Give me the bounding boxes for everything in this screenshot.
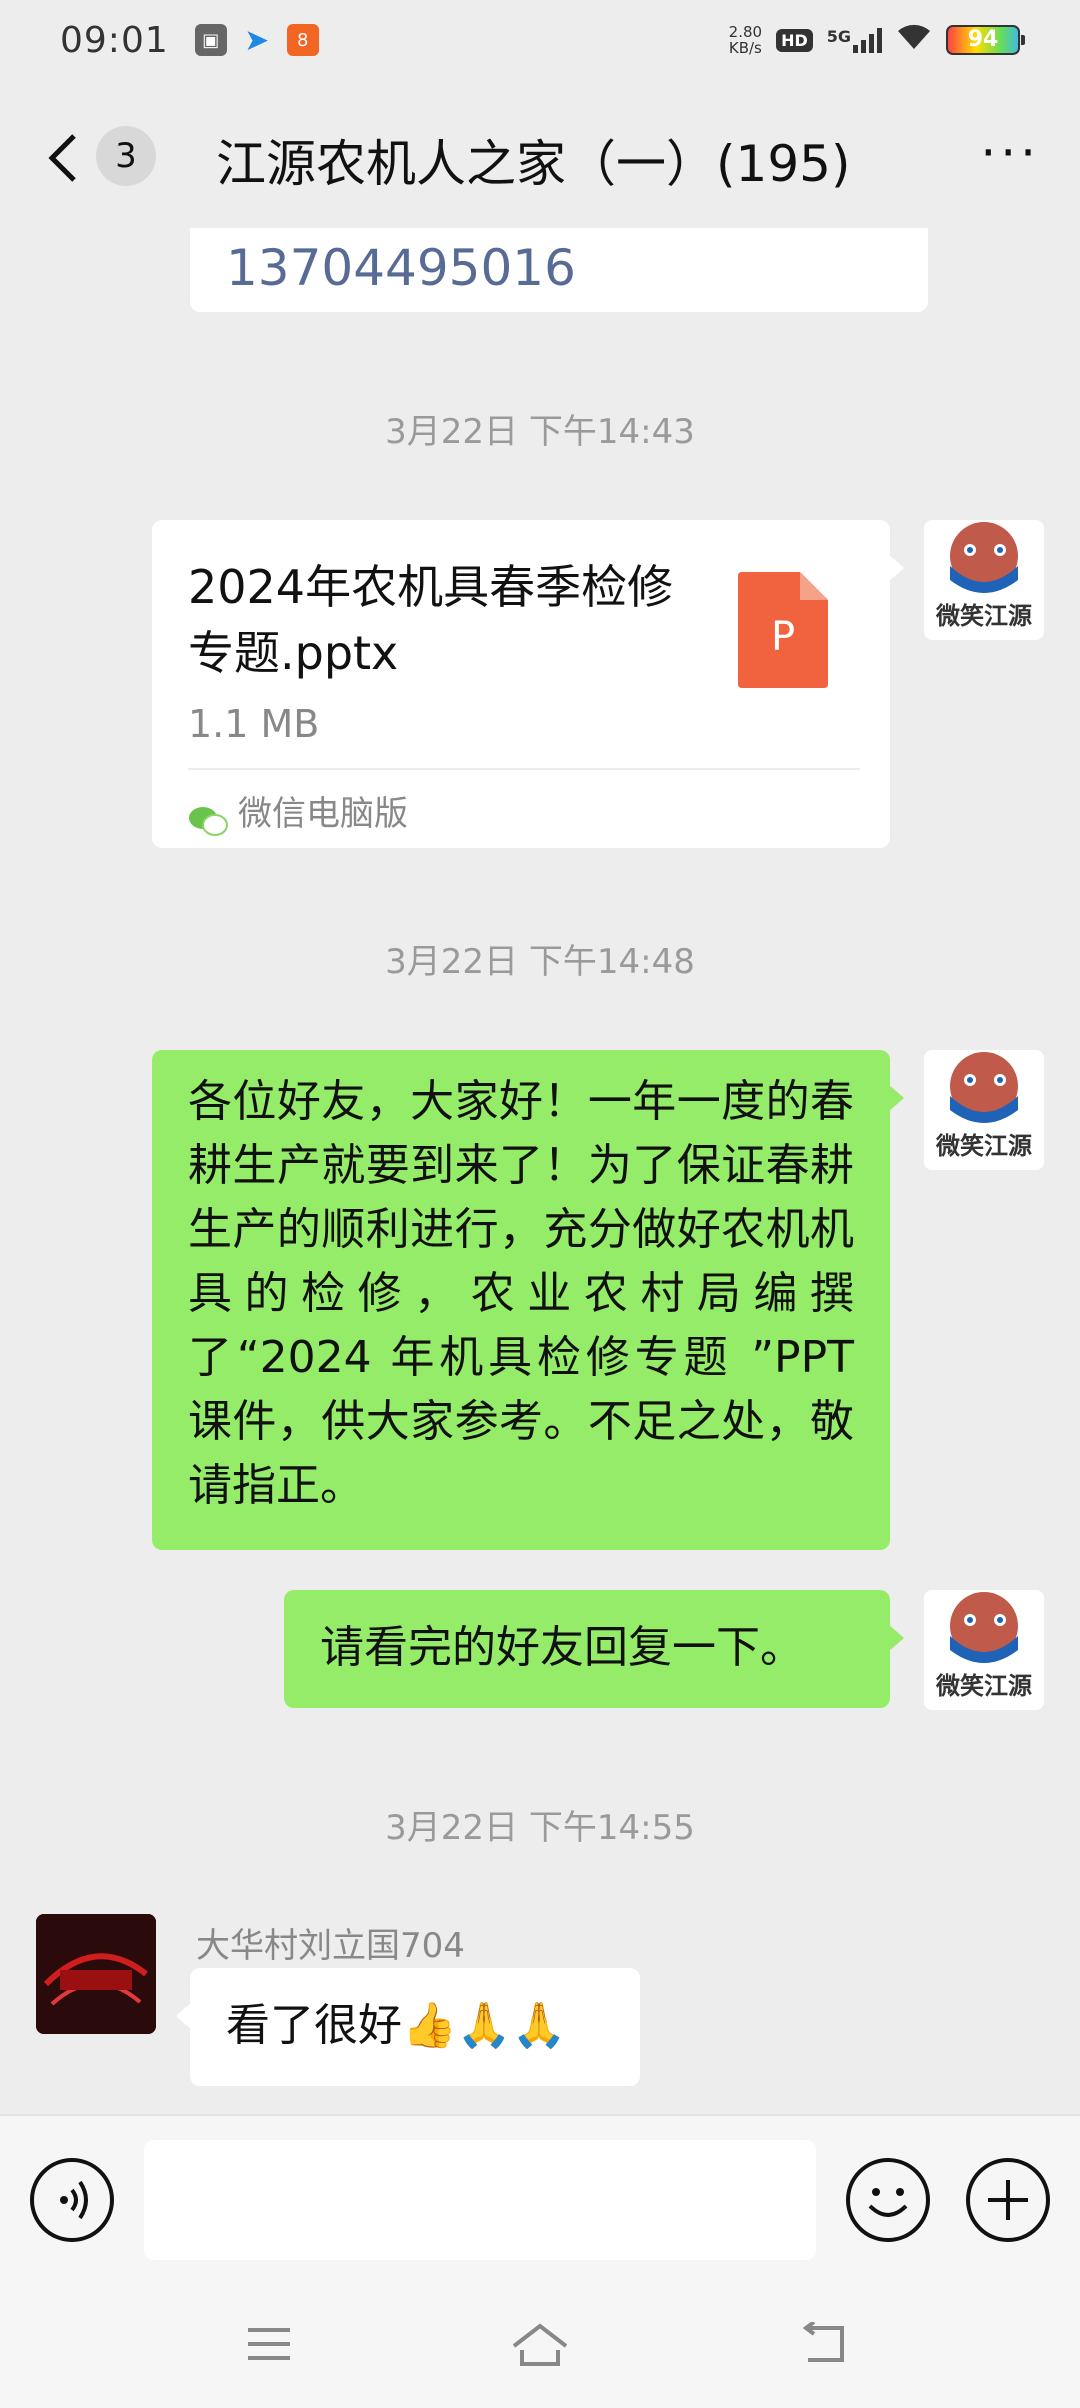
timestamp: 3月22日 下午14:55: [385, 1808, 695, 1848]
status-time: 09:01: [60, 19, 169, 61]
app-notification-icon: 8: [286, 24, 319, 56]
file-size: 1.1 MB: [188, 702, 320, 746]
status-bar: 09:01 ▣ ➤ 8 2.80 KB/s HD 5G 94: [0, 0, 1080, 80]
avatar-label: 微笑江源: [936, 602, 1032, 630]
signal-icon: 5G: [827, 27, 882, 53]
timestamp: 3月22日 下午14:48: [385, 942, 695, 982]
hd-badge: HD: [776, 28, 813, 52]
avatar-label: 微笑江源: [936, 1132, 1032, 1160]
system-nav-bar: [0, 2284, 1080, 2408]
plus-button[interactable]: [966, 2158, 1050, 2242]
sender-name: 大华村刘立国704: [196, 1926, 465, 1966]
input-bar: [0, 2114, 1080, 2284]
voice-button[interactable]: [30, 2158, 114, 2242]
avatar[interactable]: 微笑江源: [924, 1590, 1044, 1710]
file-source: 微信电脑版: [238, 794, 408, 834]
unread-count-badge[interactable]: 3: [96, 126, 156, 186]
chat-header: 3 江源农机人之家（一）(195) ···: [0, 80, 1080, 230]
avatar-label: 微笑江源: [936, 1672, 1032, 1700]
status-left-icons: ▣ ➤ 8: [194, 22, 319, 58]
wechat-icon: [188, 790, 228, 836]
more-button[interactable]: ···: [980, 128, 1040, 178]
message-input[interactable]: [144, 2140, 816, 2260]
paper-plane-icon: ➤: [244, 22, 270, 58]
message-list[interactable]: 13704495016 3月22日 下午14:43 2024年农机具春季检修专题…: [0, 228, 1080, 2114]
message-bubble[interactable]: 各位好友，大家好！一年一度的春耕生产就要到来了！为了保证春耕生产的顺利进行，充分…: [152, 1050, 904, 1550]
avatar[interactable]: 微笑江源: [924, 520, 1044, 640]
message-text: 请看完的好友回复一下。: [320, 1622, 804, 1673]
network-type: 5G: [826, 27, 851, 46]
menu-icon[interactable]: [246, 2324, 292, 2368]
emoji-button[interactable]: [846, 2158, 930, 2242]
status-right: 2.80 KB/s HD 5G 94: [729, 21, 1025, 59]
net-speed: 2.80 KB/s: [729, 24, 762, 56]
home-icon[interactable]: [510, 2320, 570, 2372]
phone-number-link[interactable]: 13704495016: [226, 236, 576, 300]
ppt-file-icon: P: [738, 572, 828, 688]
timestamp: 3月22日 下午14:43: [385, 412, 695, 452]
avatar[interactable]: [36, 1914, 156, 2034]
battery-icon: 94: [946, 25, 1025, 55]
message-text: 看了很好👍🙏🙏: [226, 2000, 567, 2051]
message-bubble[interactable]: 看了很好👍🙏🙏: [176, 1968, 640, 2086]
back-nav-icon[interactable]: [798, 2320, 848, 2370]
divider: [188, 768, 860, 770]
message-bubble[interactable]: 请看完的好友回复一下。: [284, 1590, 904, 1708]
back-button[interactable]: [44, 132, 84, 182]
message-text: 各位好友，大家好！一年一度的春耕生产就要到来了！为了保证春耕生产的顺利进行，充分…: [188, 1076, 854, 1511]
message-bubble[interactable]: 13704495016: [190, 228, 928, 312]
svg-text:P: P: [771, 614, 795, 660]
screen-icon: ▣: [194, 24, 227, 56]
wifi-icon: [896, 21, 932, 59]
avatar[interactable]: 微笑江源: [924, 1050, 1044, 1170]
net-speed-unit: KB/s: [728, 39, 762, 57]
net-speed-value: 2.80: [728, 23, 763, 41]
file-message[interactable]: 2024年农机具春季检修专题.pptx 1.1 MB P 微信电脑版: [152, 520, 904, 848]
chat-title: 江源农机人之家（一）(195): [216, 135, 851, 193]
file-name: 2024年农机具春季检修专题.pptx: [188, 560, 674, 680]
